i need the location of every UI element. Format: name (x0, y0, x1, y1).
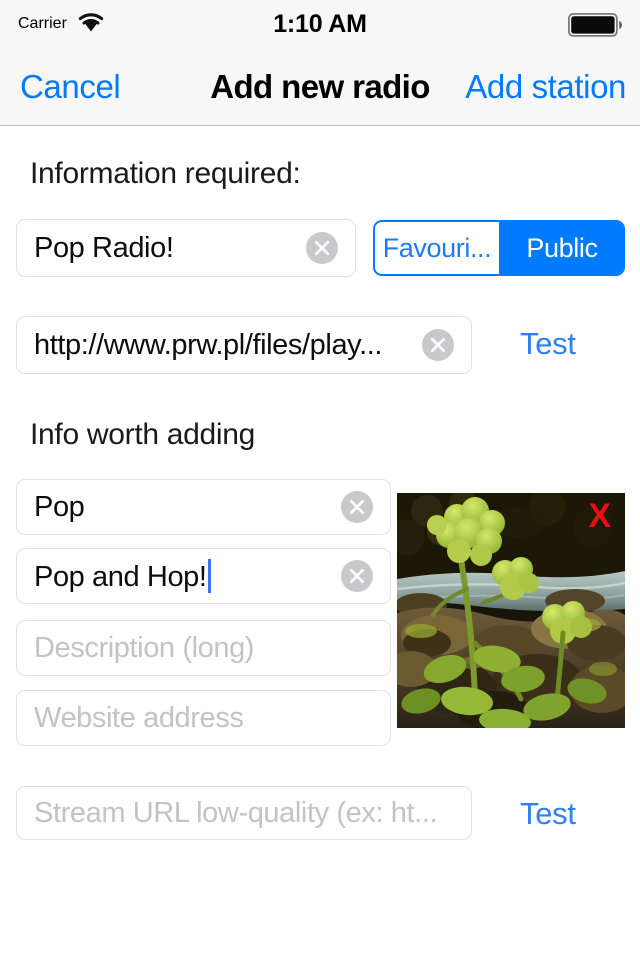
website-input[interactable]: Website address (16, 690, 391, 746)
clear-circle-icon[interactable] (421, 328, 455, 362)
stream-url-low-input[interactable]: Stream URL low-quality (ex: ht... (16, 786, 472, 840)
stream-url-input[interactable]: http://www.prw.pl/files/play... (16, 316, 472, 374)
test-stream-url-button[interactable]: Test (520, 326, 576, 362)
text-caret (207, 558, 211, 593)
stream-url-value: http://www.prw.pl/files/play... (34, 328, 383, 361)
genre-input[interactable]: Pop (16, 479, 391, 535)
remove-x-icon[interactable]: X (588, 499, 611, 533)
logo-image-thumbnail[interactable]: X (397, 493, 625, 728)
description-short-wrap: Pop and Hop! (34, 558, 340, 594)
status-bar-clock: 1:10 AM (273, 9, 367, 38)
status-bar: Carrier 1:10 AM (0, 0, 640, 48)
description-long-input[interactable]: Description (long) (16, 620, 391, 676)
test-stream-url-low-button[interactable]: Test (520, 796, 576, 832)
section-heading-required: Information required: (30, 157, 301, 190)
clear-circle-icon[interactable] (340, 490, 374, 524)
add-station-button[interactable]: Add station (465, 48, 626, 125)
radio-name-input[interactable]: Pop Radio! (16, 219, 356, 277)
segment-favourites[interactable]: Favouri... (375, 222, 499, 274)
visibility-segmented-control[interactable]: Favouri... Public (373, 220, 625, 276)
stream-url-low-placeholder: Stream URL low-quality (ex: ht... (34, 796, 438, 829)
radio-name-value: Pop Radio! (34, 231, 174, 264)
segment-public[interactable]: Public (499, 222, 623, 274)
section-heading-optional: Info worth adding (30, 418, 256, 451)
description-short-value: Pop and Hop! (34, 560, 207, 593)
battery-full-icon (567, 12, 624, 42)
description-short-input[interactable]: Pop and Hop! (16, 548, 391, 604)
navigation-bar: Cancel Add new radio Add station (0, 48, 640, 126)
clear-circle-icon[interactable] (340, 559, 374, 593)
genre-value: Pop (34, 490, 85, 523)
app-screen: Carrier 1:10 AM Cancel Add new radio Add… (0, 0, 640, 960)
description-long-placeholder: Description (long) (34, 631, 255, 664)
website-placeholder: Website address (34, 701, 244, 734)
clear-circle-icon[interactable] (305, 231, 339, 265)
